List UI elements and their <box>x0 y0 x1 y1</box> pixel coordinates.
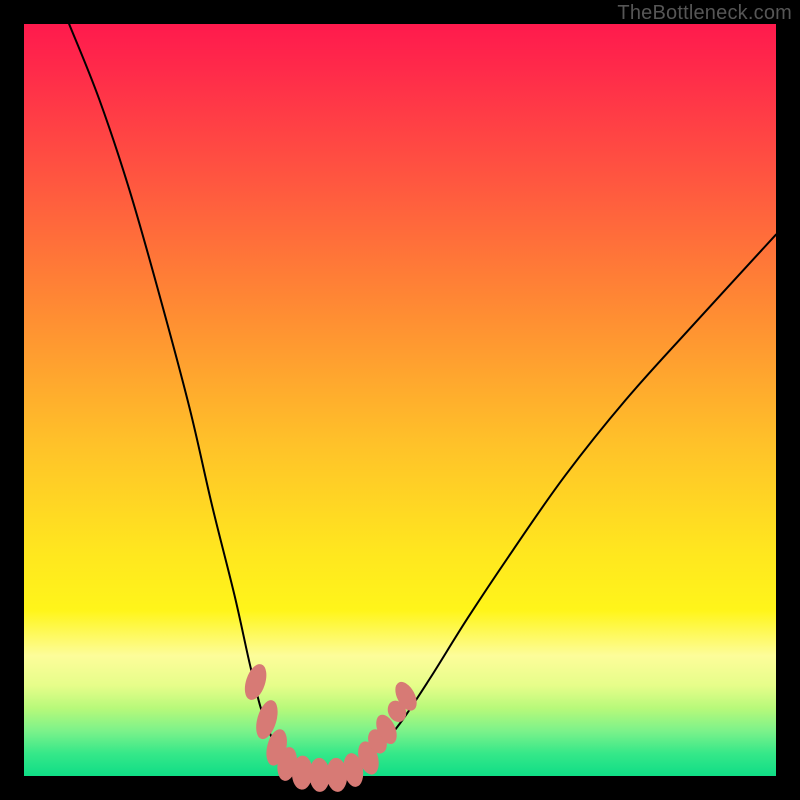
curves <box>69 24 776 775</box>
chart-frame <box>24 24 776 776</box>
marker-0 <box>241 662 269 702</box>
series-left-curve <box>69 24 332 775</box>
chart-svg <box>24 24 776 776</box>
watermark-text: TheBottleneck.com <box>617 2 792 25</box>
markers <box>241 662 420 792</box>
